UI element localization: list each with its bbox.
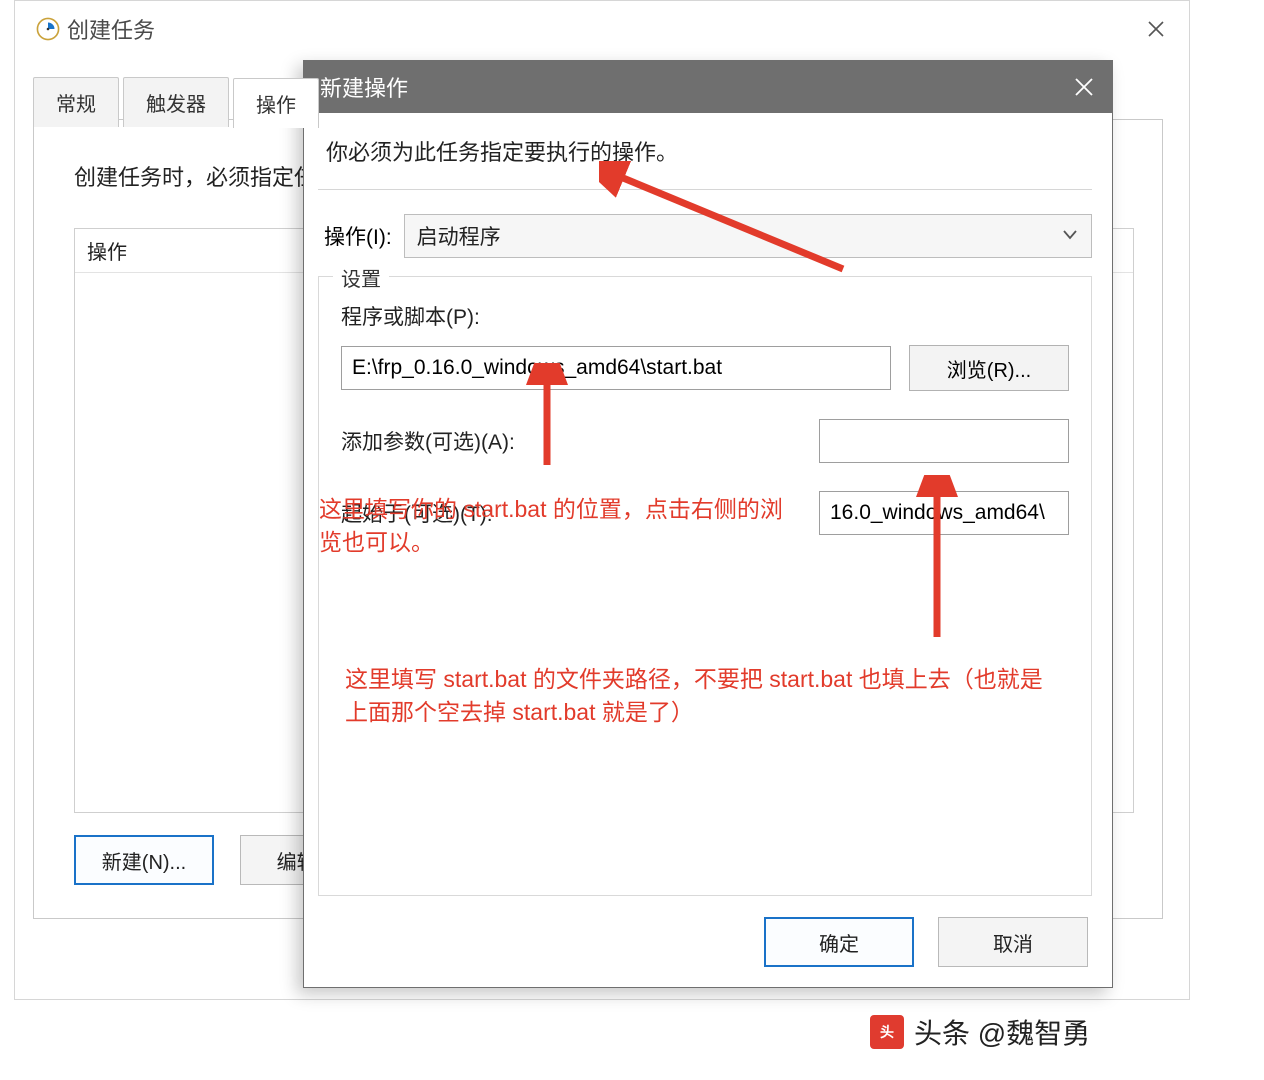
program-label: 程序或脚本(P): <box>341 301 1069 331</box>
cancel-button[interactable]: 取消 <box>938 917 1088 967</box>
tab-actions[interactable]: 操作 <box>233 78 319 128</box>
group-legend: 设置 <box>333 263 389 292</box>
new-action-dialog: 新建操作 你必须为此任务指定要执行的操作。 操作(I): 启动程序 设置 程序或… <box>303 60 1113 988</box>
ok-button[interactable]: 确定 <box>764 917 914 967</box>
list-col-action[interactable]: 操作 <box>75 236 305 265</box>
annotation-arrow-2 <box>525 363 571 473</box>
dialog-body: 你必须为此任务指定要执行的操作。 操作(I): 启动程序 设置 程序或脚本(P)… <box>304 113 1112 916</box>
child-close-button[interactable] <box>1056 61 1112 113</box>
task-scheduler-icon <box>35 16 61 42</box>
child-titlebar: 新建操作 <box>304 61 1112 113</box>
settings-group: 设置 程序或脚本(P): 浏览(R)... 添加参数(可选)(A): 起始于(可… <box>318 276 1092 896</box>
panel-hint: 创建任务时，必须指定任 <box>74 160 316 192</box>
action-value: 启动程序 <box>417 221 501 251</box>
annotation-arrow-3 <box>915 475 961 645</box>
parent-title: 创建任务 <box>67 13 155 45</box>
annotation-arrow-1 <box>599 161 859 281</box>
program-input[interactable] <box>341 346 891 390</box>
tabstrip: 常规 触发器 操作 <box>33 77 319 127</box>
parent-titlebar: 创建任务 <box>15 1 1189 57</box>
parent-close-button[interactable] <box>1131 10 1181 48</box>
annotation-text-2: 这里填写 start.bat 的文件夹路径，不要把 start.bat 也填上去… <box>345 663 1065 730</box>
tab-general[interactable]: 常规 <box>33 77 119 127</box>
annotation-text-1: 这里填写你的 start.bat 的位置，点击右侧的浏览也可以。 <box>319 493 799 560</box>
action-label: 操作(I): <box>318 221 392 251</box>
chevron-down-icon <box>1063 227 1077 245</box>
toutiao-logo-icon: 头 <box>870 1015 904 1049</box>
args-label: 添加参数(可选)(A): <box>341 426 515 456</box>
tab-triggers[interactable]: 触发器 <box>123 77 229 127</box>
browse-button[interactable]: 浏览(R)... <box>909 345 1069 391</box>
args-input[interactable] <box>819 419 1069 463</box>
watermark: 头 头条 @魏智勇 <box>870 1012 1090 1052</box>
new-action-button[interactable]: 新建(N)... <box>74 835 214 885</box>
watermark-text: 头条 @魏智勇 <box>914 1012 1090 1052</box>
child-title: 新建操作 <box>320 71 408 103</box>
dialog-footer: 确定 取消 <box>764 917 1088 967</box>
